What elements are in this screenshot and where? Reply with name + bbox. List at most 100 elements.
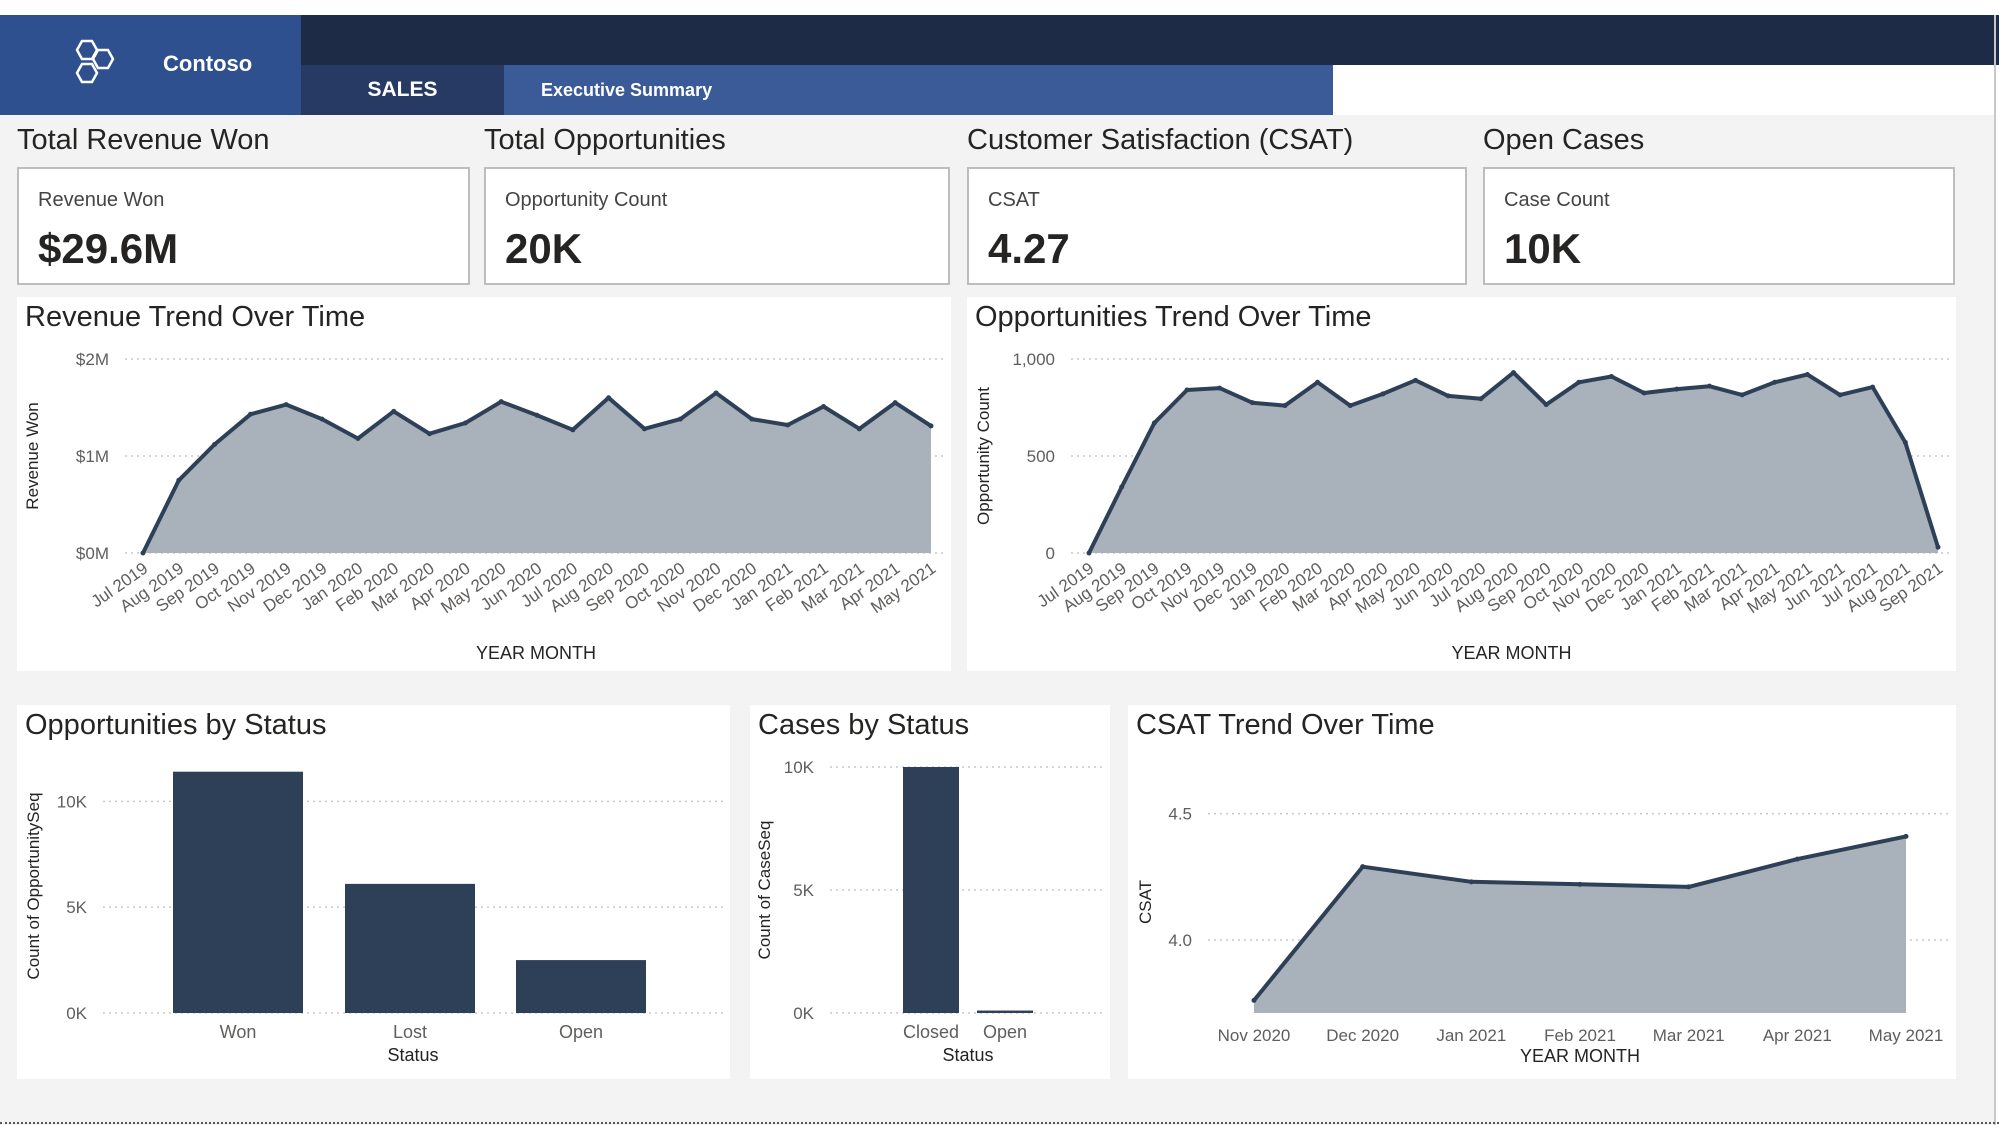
data-point <box>1468 879 1474 885</box>
data-point <box>1184 387 1190 393</box>
revenue-trend-chart: $0M$1M$2MRevenue WonYEAR MONTHJul 2019Au… <box>23 350 947 663</box>
panel-cases-by-status[interactable]: Cases by Status 0K 5K 10K Count of CaseSeq S… <box>750 705 1110 1079</box>
panel-opportunities-trend[interactable]: Opportunities Trend Over Time 0 500 1,000 O… <box>967 297 1956 671</box>
opportunities-by-status-chart: 0K 5K 10K Count of OpportunitySeq Status Won L… <box>24 771 723 1065</box>
y-tick-label: $1M <box>76 447 109 466</box>
data-point <box>1413 377 1419 383</box>
top-strip <box>0 0 1999 15</box>
data-point <box>570 427 576 433</box>
y-tick-label: 5K <box>66 898 87 917</box>
y-axis-title: CSAT <box>1136 880 1155 924</box>
header-blank <box>1333 65 1999 115</box>
x-axis-title: YEAR MONTH <box>476 643 596 663</box>
data-point <box>1347 403 1353 409</box>
x-axis-title: YEAR MONTH <box>1520 1046 1640 1066</box>
kpi-title-revenue: Total Revenue Won <box>17 124 270 156</box>
data-point <box>1641 390 1647 396</box>
panel-opportunities-by-status[interactable]: Opportunities by Status 0K 5K 10K Count of … <box>17 705 730 1079</box>
data-point <box>1935 544 1941 550</box>
x-tick-label: Won <box>220 1022 257 1042</box>
y-tick-label: 0K <box>793 1004 814 1023</box>
x-tick-label: Mar 2021 <box>1653 1026 1725 1045</box>
data-point <box>1282 403 1288 409</box>
kpi-card-open-cases[interactable]: Case Count 10K <box>1483 167 1955 285</box>
x-axis-title: YEAR MONTH <box>1451 643 1571 663</box>
data-point <box>1249 400 1255 406</box>
data-point <box>1804 372 1810 378</box>
tab-executive-summary[interactable]: Executive Summary <box>541 65 712 115</box>
data-point <box>1739 392 1745 398</box>
data-point <box>713 390 719 396</box>
bar <box>345 883 475 1013</box>
data-point <box>1674 386 1680 392</box>
kpi-card-revenue[interactable]: Revenue Won $29.6M <box>17 167 470 285</box>
x-tick-label: Apr 2021 <box>1763 1026 1832 1045</box>
data-point <box>1315 379 1321 385</box>
data-point <box>1119 484 1125 490</box>
data-point <box>462 420 468 426</box>
bar <box>977 1010 1033 1013</box>
kpi-card-opportunities[interactable]: Opportunity Count 20K <box>484 167 950 285</box>
data-point <box>212 441 218 447</box>
data-point <box>1686 884 1692 890</box>
y-axis-title: Opportunity Count <box>974 387 993 525</box>
data-point <box>1576 379 1582 385</box>
data-point <box>785 422 791 428</box>
kpi-value: $29.6M <box>38 225 179 272</box>
data-point <box>1478 396 1484 402</box>
x-tick-label: Feb 2021 <box>1544 1026 1616 1045</box>
cases-by-status-chart: 0K 5K 10K Count of CaseSeq Status Closed Open <box>755 758 1106 1065</box>
scroll-edge <box>1994 15 1996 1125</box>
y-axis-title: Count of OpportunitySeq <box>24 792 43 979</box>
x-tick-label: Dec 2020 <box>1326 1026 1399 1045</box>
kpi-card-csat[interactable]: CSAT 4.27 <box>967 167 1467 285</box>
y-tick-label: 10K <box>784 758 815 777</box>
data-point <box>1608 373 1614 379</box>
data-point <box>641 426 647 432</box>
data-point <box>1251 997 1257 1003</box>
y-tick-label: 1,000 <box>1012 350 1055 369</box>
data-point <box>1706 383 1712 389</box>
tab-sales[interactable]: SALES <box>301 65 504 115</box>
y-tick-label: 4.0 <box>1168 931 1192 950</box>
data-point <box>856 426 862 432</box>
header-bar <box>301 15 1999 65</box>
brand-name: Contoso <box>163 51 253 76</box>
kpi-label: CSAT <box>988 189 1040 211</box>
x-tick-label: Lost <box>393 1022 427 1042</box>
csat-trend-chart: 4.0 4.5 CSAT YEAR MONTH Nov 2020 Dec 2020 Jan … <box>1136 805 1952 1066</box>
series-area <box>1254 836 1906 1013</box>
bar <box>903 767 959 1013</box>
data-point <box>1360 864 1366 870</box>
data-point <box>677 416 683 422</box>
x-tick-label: Closed <box>903 1022 959 1042</box>
kpi-title-csat: Customer Satisfaction (CSAT) <box>967 124 1354 156</box>
data-point <box>1870 384 1876 390</box>
x-tick-label: Jan 2021 <box>1436 1026 1506 1045</box>
data-point <box>1577 881 1583 887</box>
panel-revenue-trend[interactable]: Revenue Trend Over Time $0M $1M $2M Revenue… <box>17 297 951 671</box>
y-tick-label: 0K <box>66 1004 87 1023</box>
y-tick-label: $0M <box>76 544 109 563</box>
data-point <box>1903 833 1909 839</box>
data-point <box>1380 391 1386 397</box>
data-point <box>1543 402 1549 408</box>
x-axis-title: Status <box>387 1045 438 1065</box>
data-point <box>355 436 361 442</box>
data-point <box>1794 856 1800 862</box>
data-point <box>247 411 253 417</box>
panel-csat-trend[interactable]: CSAT Trend Over Time 4.0 4.5 CSAT YEAR MONT… <box>1128 705 1956 1079</box>
kpi-value: 4.27 <box>988 225 1070 272</box>
data-point <box>749 416 755 422</box>
page-boundary <box>0 1122 1999 1124</box>
y-tick-label: 500 <box>1027 447 1055 466</box>
kpi-title-opportunities: Total Opportunities <box>484 124 726 156</box>
data-point <box>928 423 934 429</box>
bar <box>173 771 303 1013</box>
bar <box>516 960 646 1013</box>
data-point <box>1445 393 1451 399</box>
y-tick-label: 10K <box>57 792 88 811</box>
x-axis-title: Status <box>942 1045 993 1065</box>
hexagon-cluster-icon <box>75 39 115 84</box>
data-point <box>534 412 540 418</box>
